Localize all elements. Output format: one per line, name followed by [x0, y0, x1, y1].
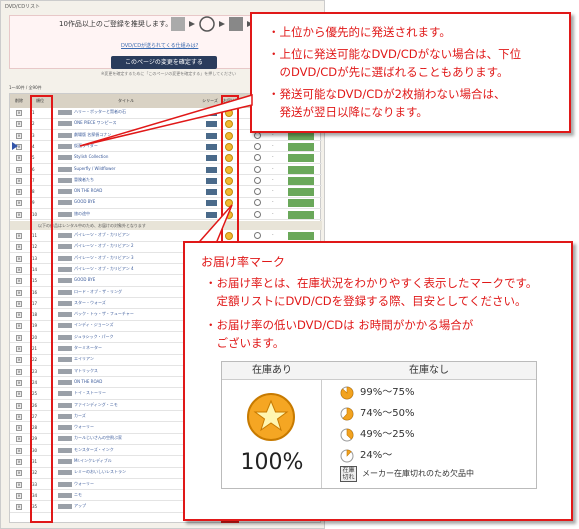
rate-label: 99%〜75%: [360, 387, 415, 398]
callout2-line: ・お届け率の低いDVD/CDは お時間がかかる場合が: [205, 318, 474, 332]
rate-pie-icon: [340, 428, 354, 442]
callout2-line: 定額リストにDVD/CDを登録する際、目安としてください。: [205, 294, 527, 308]
callout2-title: お届け率マーク: [201, 255, 286, 269]
star-icon: [247, 393, 295, 441]
callout2-line: ・お届け率とは、在庫状況をわかりやすく表示したマークです。: [205, 276, 538, 290]
no-stock-header: 在庫なし: [322, 362, 536, 380]
rate-label: 24%〜: [360, 450, 393, 461]
out-of-stock-icon: 在庫切れ: [340, 466, 357, 482]
out-of-stock-icon-label: 在庫切れ: [342, 467, 355, 481]
rate-pie-icon: [340, 386, 354, 400]
rate-legend: 在庫あり 在庫なし 100% 99%〜75% 74%〜50% 49%〜25% 24%〜…: [221, 361, 537, 489]
rate-label: 74%〜50%: [360, 408, 415, 419]
in-stock-rate: 100%: [240, 450, 304, 475]
rate-label: 49%〜25%: [360, 429, 415, 440]
out-of-stock-text: メーカー在庫切れのため欠品中: [362, 469, 474, 478]
rate-pie-icon: [340, 407, 354, 421]
delivery-rate-callout: お届け率マーク ・お届け率とは、在庫状況をわかりやすく表示したマークです。 定額…: [183, 241, 573, 521]
in-stock-header: 在庫あり: [222, 362, 322, 380]
callout2-line: ございます。: [205, 336, 285, 350]
rate-pie-icon: [340, 449, 354, 463]
